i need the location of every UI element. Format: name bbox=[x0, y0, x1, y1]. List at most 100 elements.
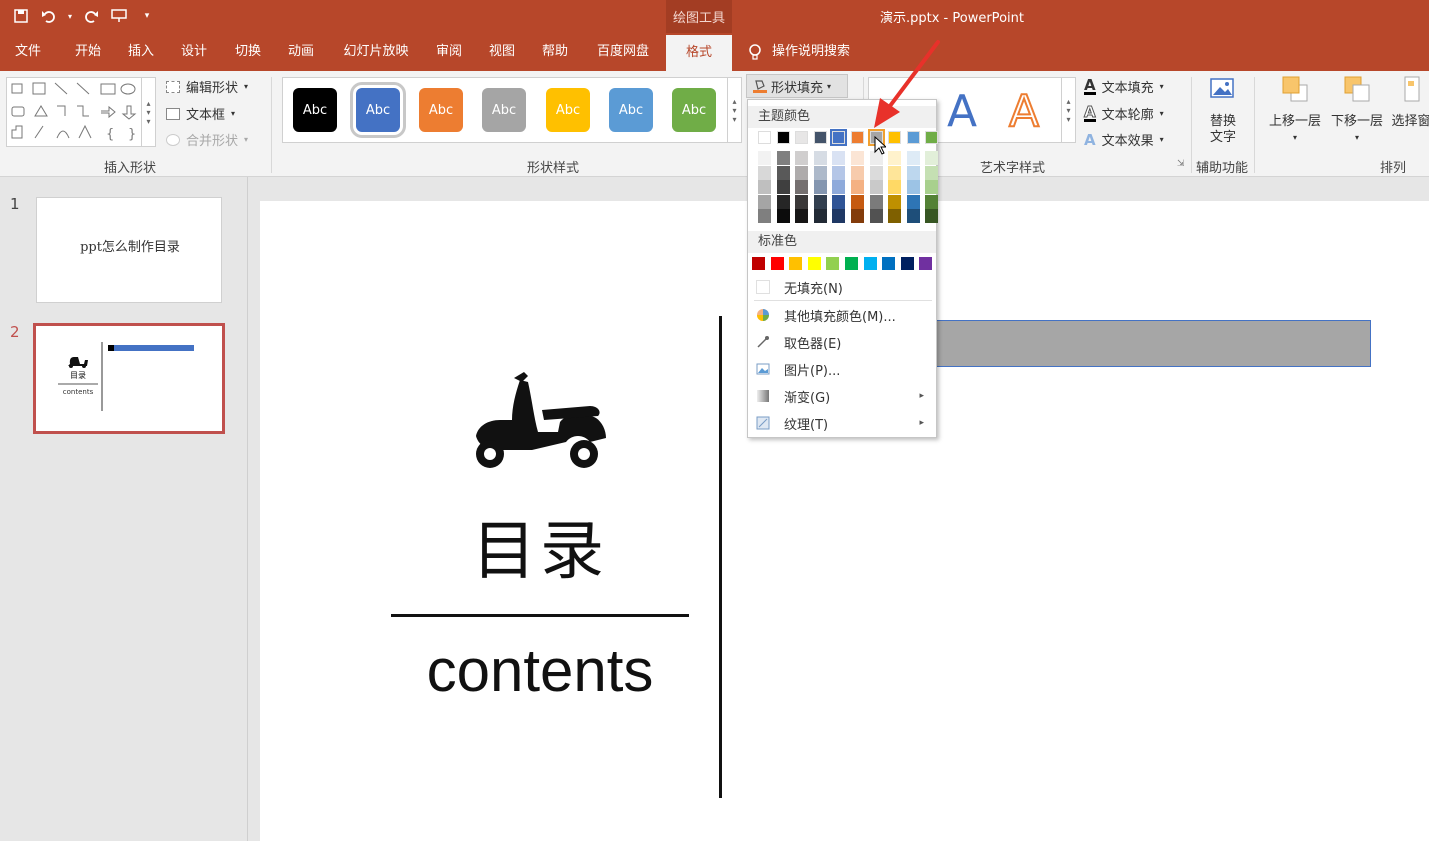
tab-baidu-netdisk[interactable]: 百度网盘 bbox=[589, 33, 657, 71]
theme-shade-swatch[interactable] bbox=[851, 165, 864, 180]
theme-shade-swatch[interactable] bbox=[869, 165, 883, 180]
text-effects-button[interactable]: A 文本效果 ▾ bbox=[1084, 130, 1164, 150]
theme-shade-swatch[interactable] bbox=[869, 180, 883, 194]
theme-shade-swatch[interactable] bbox=[776, 165, 790, 180]
theme-shade-swatch[interactable] bbox=[813, 151, 827, 165]
wordart-orange-outline-a[interactable]: A bbox=[1008, 85, 1040, 138]
standard-color-swatch[interactable] bbox=[882, 257, 896, 270]
wordart-scroll[interactable]: ▴ ▾ ▾ bbox=[1061, 78, 1075, 142]
theme-shade-swatch[interactable] bbox=[925, 165, 939, 180]
theme-color-swatch[interactable] bbox=[776, 131, 790, 144]
undo-icon[interactable] bbox=[38, 5, 60, 27]
tab-help[interactable]: 帮助 bbox=[535, 33, 575, 71]
theme-shade-swatch[interactable] bbox=[776, 180, 790, 194]
shapes-gallery-scroll[interactable]: ▴ ▾ ▾ bbox=[141, 78, 155, 146]
theme-color-swatch[interactable] bbox=[795, 131, 809, 144]
theme-shade-swatch[interactable] bbox=[851, 209, 864, 223]
undo-dropdown-icon[interactable]: ▾ bbox=[66, 5, 74, 27]
theme-shade-swatch[interactable] bbox=[906, 180, 920, 194]
theme-shade-swatch[interactable] bbox=[758, 180, 771, 194]
text-box-button[interactable]: 文本框 ▾ bbox=[166, 104, 235, 123]
text-fill-button[interactable]: A 文本填充 ▾ bbox=[1084, 77, 1164, 96]
theme-shade-swatch[interactable] bbox=[813, 194, 827, 209]
theme-shade-swatch[interactable] bbox=[888, 165, 902, 180]
redo-icon[interactable] bbox=[80, 5, 102, 27]
shapes-gallery[interactable]: {} ▴ ▾ ▾ bbox=[6, 77, 156, 147]
edit-shape-button[interactable]: 编辑形状 ▾ bbox=[166, 77, 248, 96]
tab-animations[interactable]: 动画 bbox=[281, 33, 321, 71]
theme-shade-swatch[interactable] bbox=[888, 209, 902, 223]
standard-color-swatch[interactable] bbox=[770, 257, 784, 270]
send-backward-button[interactable]: 下移一层 ▾ bbox=[1328, 75, 1386, 146]
theme-shade-swatch[interactable] bbox=[795, 151, 809, 165]
theme-shade-swatch[interactable] bbox=[832, 180, 846, 194]
theme-shade-swatch[interactable] bbox=[795, 209, 809, 223]
shape-style-black[interactable]: Abc bbox=[293, 88, 337, 132]
dialog-launcher-icon[interactable]: ⇲ bbox=[1177, 159, 1185, 169]
theme-shade-swatch[interactable] bbox=[758, 194, 771, 209]
theme-shade-swatch[interactable] bbox=[813, 180, 827, 194]
theme-shade-swatch[interactable] bbox=[851, 151, 864, 165]
theme-shade-swatch[interactable] bbox=[832, 165, 846, 180]
standard-color-swatch[interactable] bbox=[919, 257, 933, 270]
tab-view[interactable]: 视图 bbox=[482, 33, 522, 71]
more-fill-colors-item[interactable]: 其他填充颜色(M)... bbox=[748, 303, 936, 327]
selected-rectangle-shape[interactable] bbox=[936, 320, 1371, 367]
theme-color-swatch[interactable] bbox=[851, 131, 864, 144]
theme-shade-swatch[interactable] bbox=[758, 165, 771, 180]
merge-shapes-button[interactable]: 合并形状 ▾ bbox=[166, 130, 248, 149]
customize-qat-icon[interactable]: ▾ bbox=[136, 5, 158, 27]
tab-review[interactable]: 审阅 bbox=[429, 33, 469, 71]
tab-design[interactable]: 设计 bbox=[174, 33, 214, 71]
standard-color-swatch[interactable] bbox=[845, 257, 858, 270]
theme-shade-swatch[interactable] bbox=[869, 209, 883, 223]
theme-shade-swatch[interactable] bbox=[888, 194, 902, 209]
bring-forward-button[interactable]: 上移一层 ▾ bbox=[1266, 75, 1324, 146]
theme-shade-swatch[interactable] bbox=[813, 209, 827, 223]
theme-color-swatch[interactable] bbox=[830, 129, 848, 146]
theme-shade-swatch[interactable] bbox=[925, 151, 939, 165]
theme-shade-swatch[interactable] bbox=[795, 165, 809, 180]
theme-shade-swatch[interactable] bbox=[906, 151, 920, 165]
theme-shade-swatch[interactable] bbox=[832, 209, 846, 223]
slide-title-chinese[interactable]: 目录 bbox=[470, 500, 610, 592]
theme-shade-swatch[interactable] bbox=[795, 180, 809, 194]
tab-insert[interactable]: 插入 bbox=[121, 33, 161, 71]
theme-shade-swatch[interactable] bbox=[776, 209, 790, 223]
standard-color-swatch[interactable] bbox=[752, 257, 765, 270]
shape-styles-scroll[interactable]: ▴ ▾ ▾ bbox=[727, 78, 741, 142]
theme-color-swatch[interactable] bbox=[888, 131, 902, 144]
tab-home[interactable]: 开始 bbox=[68, 33, 108, 71]
title-divider-line[interactable] bbox=[391, 614, 689, 617]
theme-shade-swatch[interactable] bbox=[832, 151, 846, 165]
theme-shade-swatch[interactable] bbox=[758, 209, 771, 223]
shape-style-orange[interactable]: Abc bbox=[419, 88, 463, 132]
slide-thumbnail-1[interactable]: ppt怎么制作目录 bbox=[36, 197, 222, 303]
shape-style-blue[interactable]: Abc bbox=[350, 82, 406, 138]
tab-file[interactable]: 文件 bbox=[8, 33, 48, 71]
shape-fill-button[interactable]: 形状填充 ▾ bbox=[746, 74, 848, 98]
theme-shade-swatch[interactable] bbox=[851, 180, 864, 194]
shape-style-gray[interactable]: Abc bbox=[482, 88, 526, 132]
theme-shade-swatch[interactable] bbox=[925, 209, 939, 223]
tab-slide-show[interactable]: 幻灯片放映 bbox=[336, 33, 416, 71]
selection-pane-button[interactable]: 选择窗 bbox=[1390, 75, 1429, 130]
text-outline-button[interactable]: A 文本轮廓 ▾ bbox=[1084, 104, 1164, 123]
theme-shade-swatch[interactable] bbox=[776, 151, 790, 165]
theme-color-swatch[interactable] bbox=[925, 131, 939, 144]
standard-color-swatch[interactable] bbox=[863, 257, 877, 270]
tell-me-search[interactable]: 操作说明搜索 bbox=[748, 33, 850, 71]
theme-shade-swatch[interactable] bbox=[888, 180, 902, 194]
save-icon[interactable] bbox=[10, 5, 32, 27]
start-from-beginning-icon[interactable] bbox=[108, 5, 130, 27]
theme-shade-swatch[interactable] bbox=[906, 209, 920, 223]
theme-shade-swatch[interactable] bbox=[925, 194, 939, 209]
alt-text-button[interactable]: 替换 文字 bbox=[1200, 75, 1246, 146]
theme-shade-swatch[interactable] bbox=[776, 194, 790, 209]
standard-color-swatch[interactable] bbox=[807, 257, 821, 270]
shape-style-green[interactable]: Abc bbox=[672, 88, 716, 132]
theme-shade-swatch[interactable] bbox=[888, 151, 902, 165]
slide-thumbnail-2[interactable]: 目录 contents bbox=[33, 323, 225, 434]
theme-shade-swatch[interactable] bbox=[851, 194, 864, 209]
shape-style-gold[interactable]: Abc bbox=[546, 88, 590, 132]
